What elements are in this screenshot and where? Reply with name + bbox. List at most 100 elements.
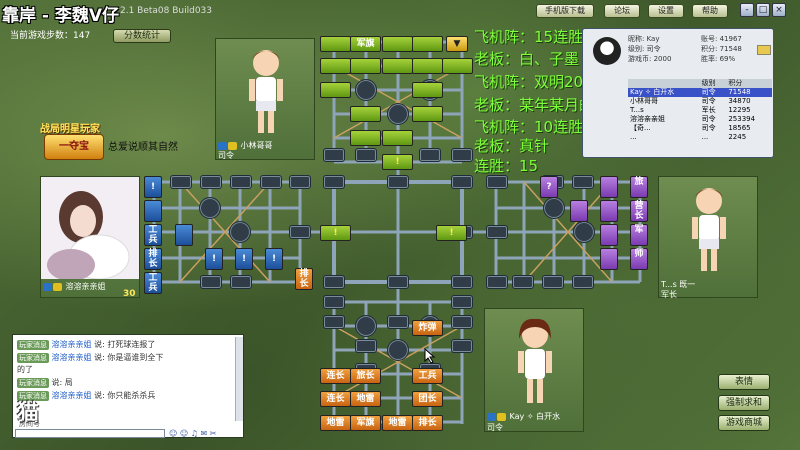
- piece-bottom-bomb[interactable]: 炸弹: [412, 320, 443, 336]
- board-cell[interactable]: [419, 148, 441, 162]
- help-button[interactable]: 帮助: [692, 4, 728, 18]
- piece-top-unknown[interactable]: !: [320, 225, 351, 241]
- maximize-button[interactable]: □: [756, 3, 770, 17]
- board-cell[interactable]: [200, 175, 222, 189]
- table-row[interactable]: Kay ✧ 白开水 司令 71548: [628, 88, 772, 97]
- chat-scrollbar[interactable]: [235, 337, 243, 421]
- force-draw-button[interactable]: 强制求和: [718, 395, 770, 411]
- piece-top[interactable]: [320, 82, 351, 98]
- piece-bottom-mine[interactable]: 地雷: [382, 415, 413, 431]
- piece-right-unknown[interactable]: ?: [540, 176, 558, 198]
- piece-top[interactable]: [412, 106, 443, 122]
- board-cell[interactable]: [451, 275, 473, 289]
- minimize-button[interactable]: -: [740, 3, 754, 17]
- piece-right-division[interactable]: 师: [630, 248, 648, 270]
- table-row[interactable]: ...... 2245: [628, 133, 772, 142]
- chat-sender[interactable]: 溶溶亲亲姐: [52, 340, 92, 349]
- piece-top[interactable]: [350, 130, 381, 146]
- chat-sender[interactable]: 溶溶亲亲姐: [52, 353, 92, 362]
- board-cell[interactable]: [230, 175, 252, 189]
- board-cell[interactable]: [355, 339, 377, 353]
- piece-left-unknown[interactable]: !: [235, 248, 253, 270]
- piece-top[interactable]: [442, 58, 473, 74]
- piece-bottom-regiment[interactable]: 团长: [412, 391, 443, 407]
- board-cell[interactable]: [323, 315, 345, 329]
- board-cell[interactable]: [260, 175, 282, 189]
- piece-top[interactable]: [350, 58, 381, 74]
- piece-left-engineer[interactable]: 工兵: [144, 224, 162, 246]
- expand-arrow-icon[interactable]: ▼: [446, 36, 468, 52]
- edit-icon[interactable]: [757, 45, 771, 55]
- piece-right[interactable]: [600, 224, 618, 246]
- board-cell[interactable]: [451, 315, 473, 329]
- table-row[interactable]: T...s 军长 12295: [628, 106, 772, 115]
- piece-top[interactable]: [382, 58, 413, 74]
- piece-left-platoon-captured[interactable]: 排长: [295, 268, 313, 290]
- piece-top[interactable]: [412, 58, 443, 74]
- chat-panel[interactable]: 玩家消息 溶溶亲亲姐 说: 打死球连报了 玩家消息 溶溶亲亲姐 说: 你是逼谁到…: [12, 334, 244, 438]
- piece-left-unknown[interactable]: !: [265, 248, 283, 270]
- table-row[interactable]: 溶溶亲亲姐 司令 253394: [628, 115, 772, 124]
- camp-node[interactable]: [543, 197, 565, 219]
- piece-top[interactable]: [320, 36, 351, 52]
- forum-button[interactable]: 论坛: [604, 4, 640, 18]
- board-cell[interactable]: [486, 175, 508, 189]
- camp-node[interactable]: [387, 339, 409, 361]
- board-cell[interactable]: [170, 175, 192, 189]
- table-row[interactable]: 【奇... 司令 18565: [628, 124, 772, 133]
- board-cell[interactable]: [572, 275, 594, 289]
- board-cell[interactable]: [542, 275, 564, 289]
- table-row[interactable]: 小林哥哥 司令 34870: [628, 97, 772, 106]
- board-cell[interactable]: [451, 148, 473, 162]
- board-cell[interactable]: [512, 275, 534, 289]
- piece-left-unknown[interactable]: !: [144, 176, 162, 198]
- piece-left-platoon[interactable]: 排长: [144, 248, 162, 270]
- board-cell[interactable]: [289, 225, 311, 239]
- camp-node[interactable]: [573, 221, 595, 243]
- board-cell[interactable]: [572, 175, 594, 189]
- piece-bottom-mine[interactable]: 地雷: [350, 391, 381, 407]
- board-cell[interactable]: [355, 148, 377, 162]
- piece-bottom-flag[interactable]: 军旗: [350, 415, 381, 431]
- piece-right[interactable]: [600, 248, 618, 270]
- piece-right-army[interactable]: 军: [630, 224, 648, 246]
- piece-top[interactable]: [382, 36, 413, 52]
- board-cell[interactable]: [387, 275, 409, 289]
- piece-right[interactable]: [570, 200, 588, 222]
- piece-left-unknown[interactable]: !: [205, 248, 223, 270]
- piece-top-flag[interactable]: 军旗: [350, 36, 381, 52]
- piece-left-engineer[interactable]: 工兵: [144, 272, 162, 294]
- piece-right-brigade[interactable]: 旅: [630, 176, 648, 198]
- piece-left[interactable]: [144, 200, 162, 222]
- board-cell[interactable]: [289, 175, 311, 189]
- board-cell[interactable]: [323, 148, 345, 162]
- camp-node[interactable]: [355, 79, 377, 101]
- piece-top[interactable]: [412, 82, 443, 98]
- piece-right[interactable]: [600, 176, 618, 198]
- emoji-button[interactable]: 表情: [718, 374, 770, 390]
- board-cell[interactable]: [451, 295, 473, 309]
- piece-top[interactable]: [382, 130, 413, 146]
- board-cell[interactable]: [387, 315, 409, 329]
- mobile-download-button[interactable]: 手机版下载: [536, 4, 594, 18]
- board-cell[interactable]: [200, 275, 222, 289]
- piece-top[interactable]: [320, 58, 351, 74]
- settings-button[interactable]: 设置: [648, 4, 684, 18]
- piece-right-battalion[interactable]: 营长: [630, 200, 648, 222]
- board-cell[interactable]: [323, 275, 345, 289]
- piece-bottom-mine[interactable]: 地雷: [320, 415, 351, 431]
- piece-bottom-company[interactable]: 连长: [320, 368, 351, 384]
- game-store-button[interactable]: 游戏商城: [718, 415, 770, 431]
- camp-node[interactable]: [387, 103, 409, 125]
- board-cell[interactable]: [387, 175, 409, 189]
- chat-input[interactable]: [15, 429, 165, 438]
- piece-bottom-brigade[interactable]: 旅长: [350, 368, 381, 384]
- piece-top[interactable]: [350, 106, 381, 122]
- board-cell[interactable]: [451, 339, 473, 353]
- board-cell[interactable]: [486, 225, 508, 239]
- close-button[interactable]: ×: [772, 3, 786, 17]
- board-cell[interactable]: [323, 175, 345, 189]
- piece-bottom-engineer[interactable]: 工兵: [412, 368, 443, 384]
- piece-top-unknown[interactable]: !: [382, 154, 413, 170]
- piece-bottom-platoon[interactable]: 排长: [412, 415, 443, 431]
